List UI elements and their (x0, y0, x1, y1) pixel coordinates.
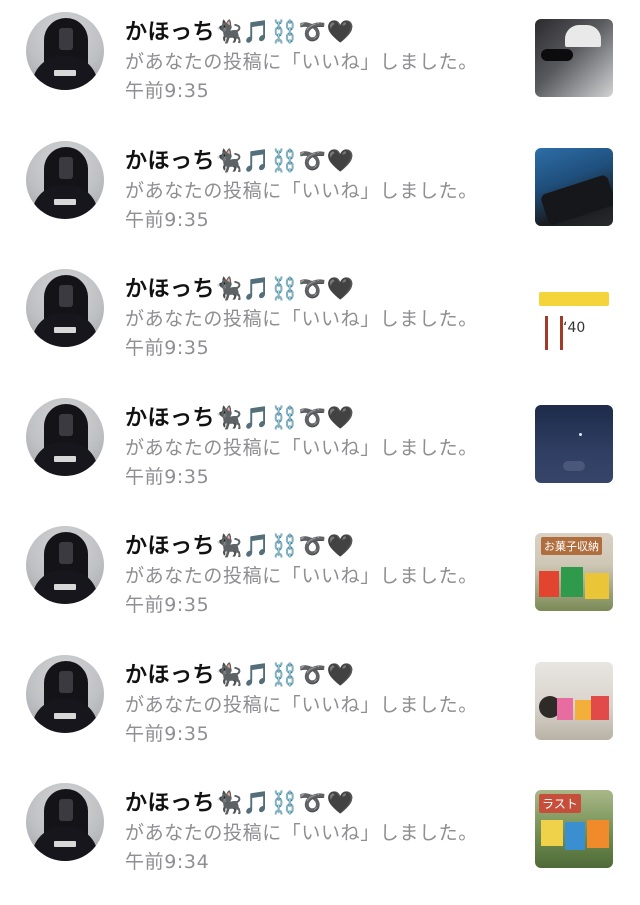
post-thumbnail[interactable]: ラスト (535, 790, 613, 868)
phone-shape (59, 413, 73, 436)
phone-shape (59, 542, 73, 564)
shirt-logo (54, 841, 76, 847)
notification-message: があなたの投稿に「いいね」しました。 午前9:35 (125, 51, 478, 102)
notification-row[interactable]: かほっち🐈‍⬛🎵⛓️➰🖤 があなたの投稿に「いいね」しました。 午前9:35 (0, 649, 640, 777)
post-thumbnail[interactable]: ʻ40 (535, 276, 613, 354)
user-avatar[interactable] (26, 783, 104, 861)
package-shape (587, 820, 609, 848)
user-avatar[interactable] (26, 140, 104, 219)
shirt-logo (54, 327, 76, 333)
notification-message: があなたの投稿に「いいね」しました。 午前9:35 (125, 693, 478, 745)
post-thumbnail[interactable]: お菓子収納 (535, 533, 613, 611)
notification-row[interactable]: かほっち🐈‍⬛🎵⛓️➰🖤 があなたの投稿に「いいね」しました。 午前9:35 (0, 135, 640, 263)
phone-shape (59, 28, 73, 50)
notification-row[interactable]: かほっち🐈‍⬛🎵⛓️➰🖤 があなたの投稿に「いいね」しました。 午前9:35 ʻ40 (0, 263, 640, 391)
package-shape (557, 697, 573, 720)
shirt-logo (54, 455, 76, 462)
notification-message: があなたの投稿に「いいね」しました。 午前9:35 (125, 436, 478, 488)
ladder-shape (545, 316, 563, 350)
package-shape (561, 567, 583, 597)
thumb-title: お菓子収納 (541, 537, 602, 555)
star-shape (579, 432, 582, 436)
package-shape (539, 571, 559, 597)
user-avatar[interactable] (26, 12, 104, 90)
shirt-logo (54, 712, 76, 719)
shirt-logo (54, 198, 76, 205)
user-name[interactable]: かほっち🐈‍⬛🎵⛓️➰🖤 (125, 528, 354, 560)
user-avatar[interactable] (26, 654, 104, 733)
cap-shape (565, 25, 601, 47)
shirt-logo (54, 584, 76, 590)
phone-shape (59, 799, 73, 821)
user-avatar[interactable] (26, 397, 104, 476)
user-name[interactable]: かほっち🐈‍⬛🎵⛓️➰🖤 (125, 400, 354, 432)
package-shape (591, 695, 609, 720)
post-thumbnail[interactable] (535, 147, 613, 226)
package-shape (541, 820, 563, 846)
package-shape (575, 699, 591, 720)
notification-message: があなたの投稿に「いいね」しました。 午前9:34 (125, 822, 478, 873)
notification-message: があなたの投稿に「いいね」しました。 午前9:35 (125, 179, 478, 231)
bag-shape (539, 173, 613, 226)
notification-row[interactable]: かほっち🐈‍⬛🎵⛓️➰🖤 があなたの投稿に「いいね」しました。 午前9:34 ラスト (0, 777, 640, 905)
phone-shape (59, 156, 73, 179)
user-name[interactable]: かほっち🐈‍⬛🎵⛓️➰🖤 (125, 143, 354, 175)
sunglasses-shape (541, 49, 573, 61)
phone-shape (59, 670, 73, 693)
thumb-title: ラスト (539, 794, 581, 813)
user-avatar[interactable] (26, 526, 104, 604)
package-shape (585, 573, 609, 599)
post-thumbnail[interactable] (535, 19, 613, 97)
banner-shape (539, 292, 609, 306)
notification-row[interactable]: かほっち🐈‍⬛🎵⛓️➰🖤 があなたの投稿に「いいね」しました。 午前9:35 お菓子… (0, 520, 640, 648)
phone-shape (59, 285, 73, 307)
user-name[interactable]: かほっち🐈‍⬛🎵⛓️➰🖤 (125, 657, 354, 689)
notification-row[interactable]: かほっち🐈‍⬛🎵⛓️➰🖤 があなたの投稿に「いいね」しました。 午前9:35 (0, 392, 640, 520)
notification-message: があなたの投稿に「いいね」しました。 午前9:35 (125, 565, 478, 616)
user-name[interactable]: かほっち🐈‍⬛🎵⛓️➰🖤 (125, 271, 354, 303)
notification-list: かほっち🐈‍⬛🎵⛓️➰🖤 があなたの投稿に「いいね」しました。 午前9:35 かほっ… (0, 0, 640, 873)
thumb-text: ʻ40 (563, 320, 586, 336)
shirt-logo (54, 70, 76, 76)
post-thumbnail[interactable] (535, 404, 613, 483)
user-avatar[interactable] (26, 269, 104, 347)
user-name[interactable]: かほっち🐈‍⬛🎵⛓️➰🖤 (125, 785, 354, 817)
post-thumbnail[interactable] (535, 661, 613, 740)
package-shape (565, 822, 585, 850)
notification-message: があなたの投稿に「いいね」しました。 午前9:35 (125, 308, 478, 359)
user-name[interactable]: かほっち🐈‍⬛🎵⛓️➰🖤 (125, 14, 354, 46)
notification-row[interactable]: かほっち🐈‍⬛🎵⛓️➰🖤 があなたの投稿に「いいね」しました。 午前9:35 (0, 6, 640, 134)
cloud-shape (563, 460, 585, 471)
